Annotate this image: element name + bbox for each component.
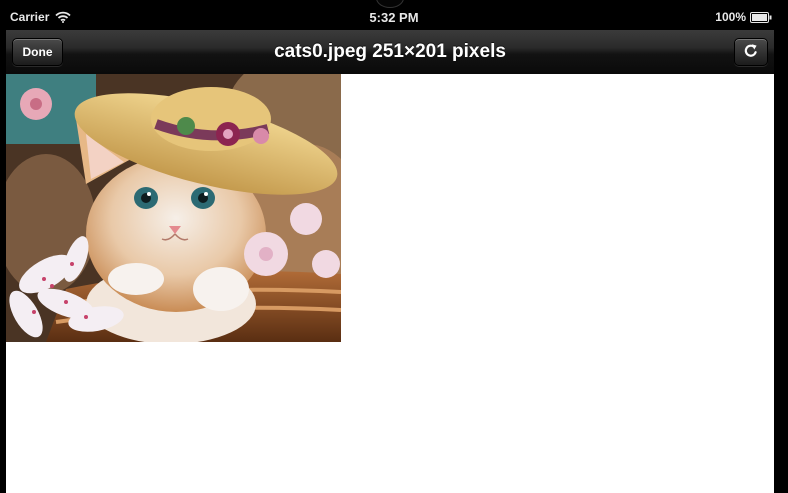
status-time: 5:32 PM	[369, 10, 419, 25]
kitten-photo	[6, 74, 341, 342]
image-viewer-content	[6, 74, 774, 493]
refresh-button[interactable]	[734, 38, 768, 66]
camera-notch	[376, 0, 404, 8]
status-bar: Carrier 5:32 PM 100%	[0, 0, 788, 30]
battery-icon	[750, 11, 772, 23]
refresh-icon	[743, 43, 759, 62]
page-title: cats0.jpeg 251×201 pixels	[274, 41, 506, 62]
battery-percent: 100%	[715, 10, 746, 24]
status-battery-group: 100%	[715, 10, 772, 24]
navigation-bar: Done cats0.jpeg 251×201 pixels	[6, 30, 774, 75]
